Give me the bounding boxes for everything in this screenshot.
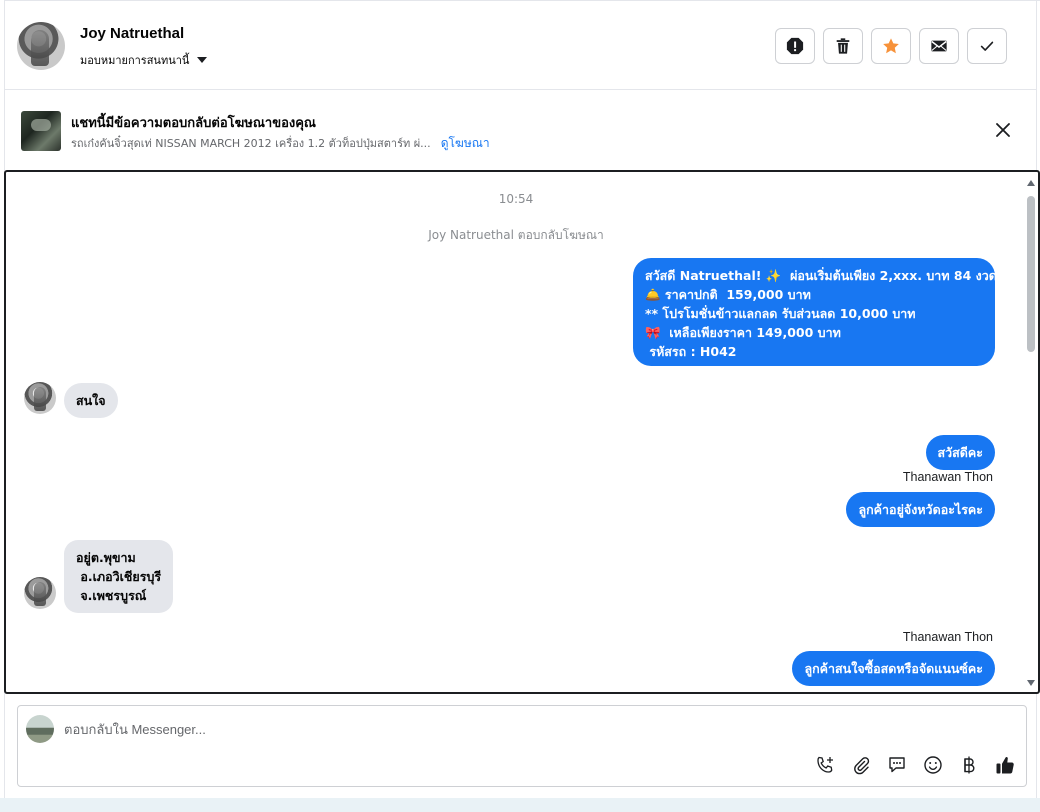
trash-icon	[836, 38, 850, 54]
header-actions	[775, 28, 1007, 64]
message-timestamp: 10:54	[498, 192, 534, 206]
caret-down-icon	[197, 57, 208, 63]
scrollbar-thumb[interactable]	[1027, 196, 1035, 352]
emoji-button[interactable]	[922, 754, 944, 776]
baht-icon	[964, 756, 975, 774]
attach-file-button[interactable]	[850, 754, 872, 776]
contact-avatar[interactable]	[17, 22, 65, 70]
ad-reply-banner: แชทนี้มีข้อความตอบกลับต่อโฆษณาของคุณ รถเ…	[5, 98, 1036, 162]
reply-input[interactable]	[64, 718, 764, 740]
sender-name: Thanawan Thon	[902, 630, 993, 644]
contact-message-avatar[interactable]	[24, 577, 56, 609]
mark-unread-button[interactable]	[919, 28, 959, 64]
ad-banner-title: แชทนี้มีข้อความตอบกลับต่อโฆษณาของคุณ	[71, 116, 316, 131]
incoming-message[interactable]: สนใจ	[64, 383, 118, 418]
smiley-icon	[924, 756, 942, 774]
assign-conversation-label: มอบหมายการสนทนานี้	[80, 54, 190, 67]
star-icon	[883, 38, 899, 54]
sender-name: Thanawan Thon	[902, 470, 993, 484]
thumbs-up-icon	[996, 756, 1014, 774]
chat-bubble-icon	[889, 757, 905, 773]
close-icon	[996, 123, 1010, 137]
report-button[interactable]	[775, 28, 815, 64]
scroll-up-arrow-icon[interactable]	[1027, 180, 1035, 186]
checkmark-icon	[980, 41, 994, 51]
assign-conversation-dropdown[interactable]: มอบหมายการสนทนานี้	[80, 51, 208, 69]
close-banner-button[interactable]	[993, 120, 1013, 140]
thread-scrollbar[interactable]	[1026, 176, 1036, 688]
report-icon	[786, 37, 804, 55]
star-button[interactable]	[871, 28, 911, 64]
message-thread[interactable]: 10:54 Joy Natruethal ตอบกลับโฆษณา สวัสดี…	[4, 170, 1040, 694]
envelope-icon	[931, 40, 947, 52]
outgoing-message[interactable]: ลูกค้าอยู่จังหวัดอะไรคะ	[846, 492, 995, 527]
outgoing-message[interactable]: ลูกค้าสนใจซื้อสดหรือจัดแนนซ์คะ	[792, 651, 995, 686]
incoming-message[interactable]: อยู่ต.พุขาม อ.เภอวิเชียรบุรี จ.เพชรบูรณ์	[64, 540, 174, 613]
call-button[interactable]	[814, 754, 836, 776]
conversation-header: Joy Natruethal มอบหมายการสนทนานี้	[5, 2, 1036, 90]
scroll-down-arrow-icon[interactable]	[1027, 680, 1035, 686]
like-button[interactable]	[994, 754, 1016, 776]
ad-thumbnail[interactable]	[21, 111, 61, 151]
paperclip-icon	[854, 757, 870, 775]
outgoing-message[interactable]: สวัสดีคะ	[925, 435, 995, 470]
add-call-icon	[817, 756, 833, 773]
outgoing-message[interactable]: สวัสดี Natruethal! ✨ ผ่อนเริ่มต้นเพียง 2…	[633, 258, 997, 366]
ad-banner-details: รถเก๋งคันจิ๋วสุดเท่ NISSAN MARCH 2012 เค…	[71, 134, 490, 153]
mark-done-button[interactable]	[967, 28, 1007, 64]
saved-replies-button[interactable]	[886, 754, 908, 776]
top-border	[0, 0, 1040, 1]
ad-reply-notice: Joy Natruethal ตอบกลับโฆษณา	[428, 228, 604, 242]
message-composer	[17, 705, 1027, 787]
view-ad-link[interactable]: ดูโฆษณา	[441, 134, 490, 153]
ad-description: รถเก๋งคันจิ๋วสุดเท่ NISSAN MARCH 2012 เค…	[71, 137, 431, 150]
contact-message-avatar[interactable]	[24, 382, 56, 414]
delete-button[interactable]	[823, 28, 863, 64]
page-avatar	[26, 715, 54, 743]
composer-toolbar	[814, 754, 1016, 776]
contact-name[interactable]: Joy Natruethal	[80, 25, 184, 42]
bottom-bar	[0, 798, 1040, 812]
payment-button[interactable]	[958, 754, 980, 776]
